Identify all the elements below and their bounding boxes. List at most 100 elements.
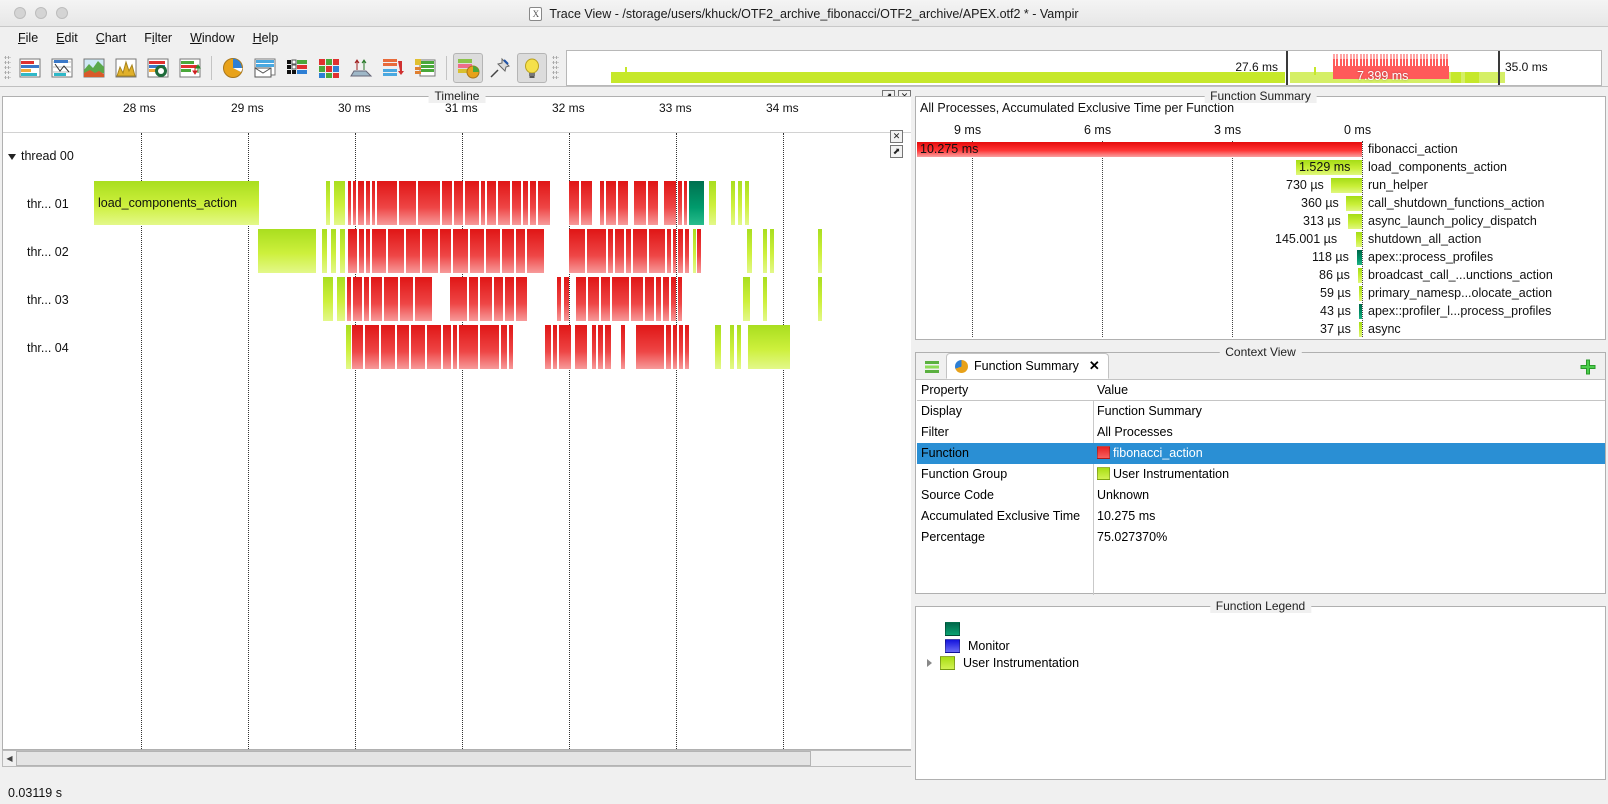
timeline-event[interactable] <box>612 277 629 321</box>
performance-radar-icon[interactable] <box>111 53 141 83</box>
timeline-event[interactable] <box>365 325 379 369</box>
timeline-event[interactable] <box>685 229 689 273</box>
function-summary-function-name[interactable]: call_shutdown_functions_action <box>1368 196 1545 210</box>
io-summary-icon[interactable] <box>378 53 408 83</box>
timeline-event[interactable] <box>697 229 701 273</box>
timeline-event[interactable] <box>709 181 716 225</box>
table-row[interactable]: Function fibonacci_action <box>917 443 1605 464</box>
timeline-event[interactable] <box>743 277 750 321</box>
timeline-event[interactable] <box>501 325 507 369</box>
timeline-event[interactable] <box>366 181 370 225</box>
timeline-event[interactable] <box>469 277 478 321</box>
timeline-event[interactable] <box>601 277 610 321</box>
timeline-event[interactable] <box>347 277 351 321</box>
timeline-event[interactable] <box>636 325 664 369</box>
timeline-event[interactable] <box>679 325 683 369</box>
function-summary-bar-row[interactable]: 118 µs apex::process_profiles <box>916 249 1607 267</box>
counter-timeline-icon[interactable] <box>410 53 440 83</box>
timeline-event[interactable] <box>576 277 586 321</box>
table-row[interactable]: Function Group User Instrumentation <box>917 464 1605 485</box>
timeline-event[interactable] <box>606 181 616 225</box>
timeline-event[interactable] <box>530 181 536 225</box>
timeline-event[interactable] <box>648 181 658 225</box>
timeline-event[interactable] <box>400 277 413 321</box>
timeline-event[interactable] <box>453 229 468 273</box>
timeline-event[interactable] <box>581 181 592 225</box>
menu-edit[interactable]: Edit <box>47 29 87 47</box>
function-summary-function-name[interactable]: load_components_action <box>1368 160 1507 174</box>
function-summary-function-name[interactable]: broadcast_call_...unctions_action <box>1368 268 1553 282</box>
timeline-event[interactable] <box>818 229 822 273</box>
pin-icon[interactable] <box>485 53 515 83</box>
legend-item[interactable]: User Instrumentation <box>916 654 1607 671</box>
tab-function-summary[interactable]: Function Summary ✕ <box>946 353 1109 379</box>
timeline-event[interactable] <box>470 229 484 273</box>
function-summary-close-button[interactable]: ✕ <box>890 130 903 143</box>
menu-chart[interactable]: Chart <box>87 29 136 47</box>
timeline-event[interactable] <box>340 229 345 273</box>
timeline-event[interactable] <box>487 181 496 225</box>
timeline-event[interactable] <box>326 181 330 225</box>
function-summary-bar-row[interactable]: 313 µs async_launch_policy_dispatch <box>916 213 1607 231</box>
function-summary-bar[interactable] <box>1358 268 1362 283</box>
timeline-event[interactable] <box>427 325 441 369</box>
timeline-event[interactable] <box>633 229 647 273</box>
timeline-event[interactable] <box>621 325 625 369</box>
timeline-event[interactable] <box>671 277 676 321</box>
timeline-event[interactable] <box>406 229 420 273</box>
timeline-event[interactable] <box>678 277 682 321</box>
timeline-event[interactable] <box>377 181 397 225</box>
timeline-event[interactable] <box>418 181 440 225</box>
close-window-button[interactable] <box>14 7 26 19</box>
function-legend-list[interactable]: Monitor User Instrumentation <box>915 606 1606 780</box>
timeline-event[interactable] <box>481 181 485 225</box>
message-summary-icon[interactable] <box>250 53 280 83</box>
menu-file[interactable]: File <box>9 29 47 47</box>
timeline-event[interactable] <box>353 277 362 321</box>
timeline-event[interactable] <box>516 229 525 273</box>
timeline-event[interactable] <box>443 325 451 369</box>
function-summary-bar-row[interactable]: 730 µs run_helper <box>916 177 1607 195</box>
menu-window[interactable]: Window <box>181 29 243 47</box>
timeline-event[interactable] <box>502 229 514 273</box>
timeline-event[interactable] <box>348 181 351 225</box>
function-summary-bar[interactable] <box>1359 286 1362 301</box>
timeline-event[interactable] <box>384 277 398 321</box>
timeline-event[interactable] <box>450 277 467 321</box>
expand-caret-icon[interactable] <box>927 658 932 667</box>
toolbar-grip-2[interactable] <box>552 54 559 81</box>
timeline-event[interactable] <box>763 229 767 273</box>
timeline-event[interactable] <box>569 181 579 225</box>
function-summary-function-name[interactable]: primary_namesp...olocate_action <box>1368 286 1552 300</box>
window-controls[interactable] <box>14 7 68 19</box>
timeline-event[interactable] <box>411 325 425 369</box>
counter-data-timeline-icon[interactable] <box>79 53 109 83</box>
timeline-event[interactable] <box>523 181 528 225</box>
table-row[interactable]: Source Code Unknown <box>917 485 1605 506</box>
scrollbar-thumb[interactable] <box>16 751 811 766</box>
timeline-event[interactable] <box>715 325 721 369</box>
maximize-window-button[interactable] <box>56 7 68 19</box>
timeline-event[interactable] <box>440 229 451 273</box>
timeline-event[interactable] <box>381 325 395 369</box>
timeline-event[interactable] <box>512 181 521 225</box>
function-summary-function-name[interactable]: async_launch_policy_dispatch <box>1368 214 1537 228</box>
timeline-event[interactable] <box>397 325 409 369</box>
column-header-property[interactable]: Property <box>921 383 968 397</box>
timeline-event[interactable] <box>605 325 611 369</box>
timeline-event[interactable] <box>422 229 438 273</box>
timeline-event[interactable] <box>592 325 596 369</box>
function-summary-bar[interactable] <box>1348 214 1362 229</box>
timeline-event[interactable] <box>359 229 364 273</box>
timeline-event[interactable] <box>366 229 370 273</box>
timeline-event[interactable] <box>258 229 316 273</box>
timeline-event[interactable] <box>684 181 687 225</box>
timeline-event[interactable] <box>615 229 624 273</box>
timeline-row-thread-04[interactable] <box>3 325 911 369</box>
timeline-event[interactable] <box>372 181 375 225</box>
function-summary-bar-row[interactable]: 10.275 ms fibonacci_action <box>916 141 1607 159</box>
timeline-event[interactable] <box>331 229 336 273</box>
function-summary-bar[interactable] <box>1346 196 1362 211</box>
function-summary-bar[interactable] <box>1359 304 1362 319</box>
function-summary-bar[interactable] <box>1331 178 1362 193</box>
